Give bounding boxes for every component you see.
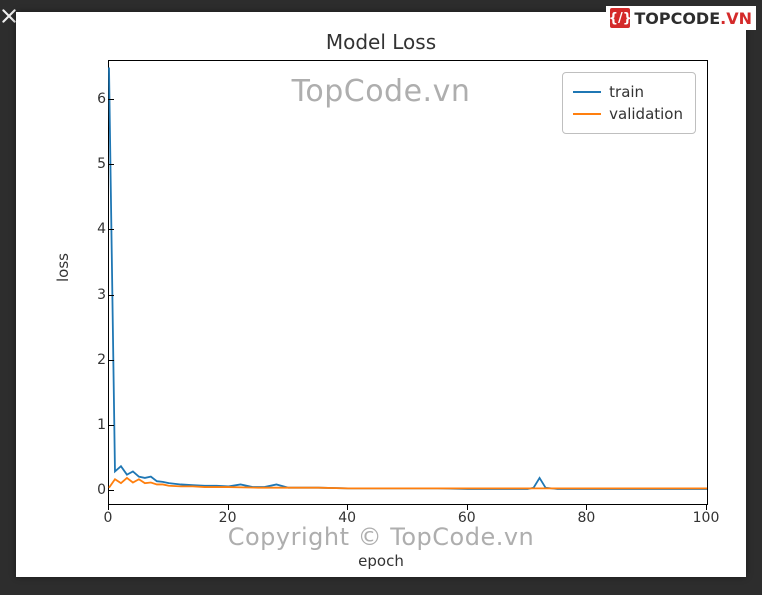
topcode-badge-icon: {/}	[610, 8, 630, 28]
legend-label-validation: validation	[609, 105, 683, 123]
x-tick: 100	[691, 510, 721, 526]
legend-item-train: train	[573, 81, 683, 103]
y-axis-label: loss	[54, 253, 72, 282]
y-tick: 3	[76, 287, 106, 303]
x-axis-label: epoch	[16, 552, 746, 570]
y-tick: 4	[76, 221, 106, 237]
x-tick: 60	[452, 510, 482, 526]
topcode-badge-text: TOPCODE.VN	[634, 9, 752, 28]
x-tick: 20	[213, 510, 243, 526]
close-icon[interactable]	[2, 8, 16, 22]
y-tick: 2	[76, 352, 106, 368]
legend-swatch-validation	[573, 113, 601, 115]
series-line-validation	[109, 478, 707, 488]
x-tick: 40	[332, 510, 362, 526]
x-tick: 80	[571, 510, 601, 526]
y-tick: 0	[76, 482, 106, 498]
x-tick: 0	[93, 510, 123, 526]
legend-label-train: train	[609, 83, 644, 101]
y-tick: 5	[76, 156, 106, 172]
chart-title: Model Loss	[16, 30, 746, 54]
legend: train validation	[562, 72, 696, 134]
legend-swatch-train	[573, 91, 601, 93]
topcode-badge: {/} TOPCODE.VN	[606, 6, 756, 30]
y-tick: 6	[76, 91, 106, 107]
badge-suffix: .VN	[720, 9, 752, 28]
y-tick: 1	[76, 417, 106, 433]
legend-item-validation: validation	[573, 103, 683, 125]
watermark-copyright: Copyright © TopCode.vn	[16, 523, 746, 551]
chart-card: Model Loss TopCode.vn 0123456 0204060801…	[16, 12, 746, 577]
badge-main: TOPCODE	[634, 9, 720, 28]
